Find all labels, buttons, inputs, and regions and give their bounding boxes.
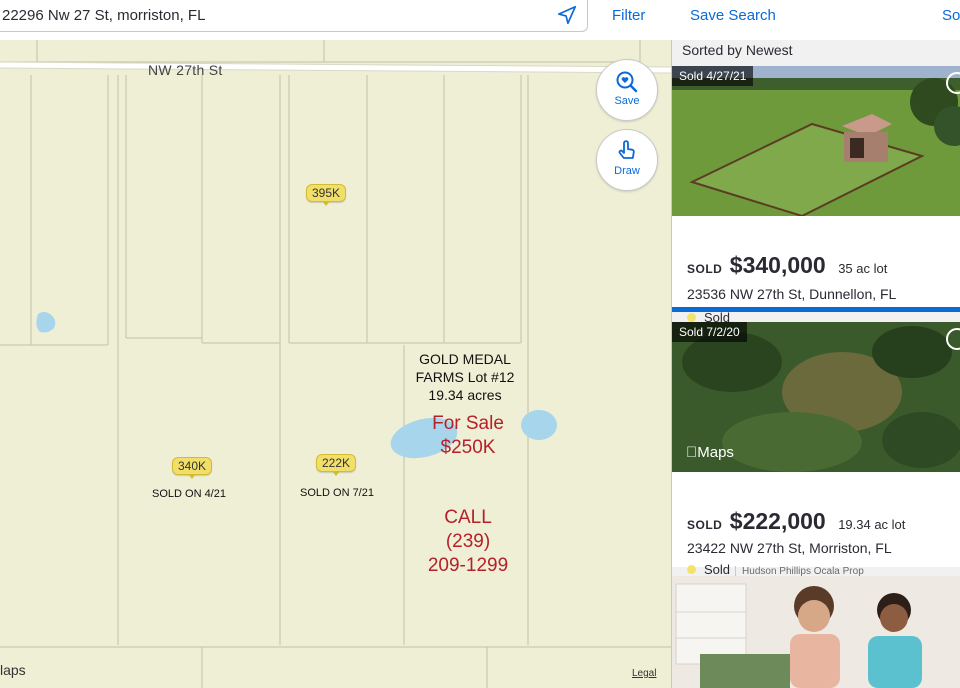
save-map-label: Save bbox=[614, 95, 640, 107]
price-row: SOLD $222,000 19.34 ac lot bbox=[687, 508, 905, 535]
sold-label: SOLD bbox=[687, 262, 723, 276]
advertisement-image[interactable] bbox=[672, 576, 960, 688]
call-annotation: CALL (239) 209-1299 bbox=[406, 506, 530, 578]
price-pin[interactable]: 340K bbox=[172, 457, 213, 479]
maps-logo: laps bbox=[0, 662, 26, 678]
status-text: Sold bbox=[704, 562, 731, 577]
search-input[interactable]: 22296 Nw 27 St, morriston, FL bbox=[0, 0, 588, 32]
legal-link[interactable]: Legal bbox=[632, 668, 656, 679]
for-sale-annotation: For Sale $250K bbox=[418, 412, 518, 460]
for-sale-line: For Sale bbox=[432, 413, 504, 434]
lot-title-annotation: GOLD MEDAL FARMS Lot #12 19.34 acres bbox=[404, 350, 526, 404]
listing-address[interactable]: 23422 NW 27th St, Morriston, FL bbox=[687, 540, 892, 556]
listing-status: Sold Hudson Phillips Ocala Prop bbox=[687, 562, 864, 577]
map-view[interactable]: NW 27th St 395K 340K SOLD ON 4/21 222K S… bbox=[0, 40, 672, 688]
save-map-button[interactable]: Save bbox=[596, 59, 658, 121]
listing-price: $222,000 bbox=[729, 508, 826, 534]
listing-photo[interactable]: Sold 7/2/20 Maps bbox=[672, 322, 960, 472]
status-dot-icon bbox=[687, 313, 696, 322]
location-arrow-icon[interactable] bbox=[556, 4, 578, 26]
heart-search-icon bbox=[616, 71, 638, 93]
pond bbox=[36, 312, 56, 333]
lot-size: 19.34 ac lot bbox=[838, 517, 906, 532]
filter-button[interactable]: Filter bbox=[612, 7, 645, 24]
pond bbox=[521, 410, 557, 440]
sold-label: SOLD bbox=[687, 518, 723, 532]
sold-date-badge: Sold 4/27/21 bbox=[672, 66, 754, 86]
lot-title-line: 19.34 acres bbox=[428, 387, 502, 403]
call-line: 209-1299 bbox=[427, 555, 509, 576]
status-dot-icon bbox=[687, 565, 696, 574]
search-input-value: 22296 Nw 27 St, morriston, FL bbox=[2, 7, 206, 24]
lot-size: 35 ac lot bbox=[838, 261, 888, 276]
draw-label: Draw bbox=[614, 165, 640, 177]
listing-address[interactable]: 23536 NW 27th St, Dunnellon, FL bbox=[687, 286, 896, 302]
listing-photo[interactable]: Sold 4/27/21 bbox=[672, 66, 960, 216]
card-accent-bar bbox=[672, 307, 960, 312]
listing-price: $340,000 bbox=[729, 252, 826, 278]
photo-tag-text: Maps bbox=[686, 444, 734, 461]
hand-pointer-icon bbox=[618, 140, 635, 159]
sold-date-badge: Sold 7/2/20 bbox=[672, 322, 747, 342]
call-line: (239) bbox=[445, 531, 491, 552]
listings-panel[interactable]: Sorted by Newest Sold 4/27/21 SOLD $340,… bbox=[672, 40, 960, 688]
top-bar: 22296 Nw 27 St, morriston, FL Filter Sav… bbox=[0, 0, 960, 40]
save-search-button[interactable]: Save Search bbox=[690, 7, 776, 24]
call-line: CALL bbox=[444, 507, 492, 528]
lot-title-line: GOLD MEDAL bbox=[419, 351, 511, 367]
listing-card[interactable]: Sold 4/27/21 SOLD $340,000 35 ac lot 235… bbox=[672, 66, 960, 325]
sort-button[interactable]: So bbox=[942, 7, 960, 24]
sold-date-label: SOLD ON 7/21 bbox=[300, 487, 374, 499]
farm-photo bbox=[672, 66, 960, 216]
parcel-lines bbox=[0, 40, 671, 688]
price-pin[interactable]: 395K bbox=[306, 184, 347, 206]
listing-card[interactable]: Sold 7/2/20 Maps SOLD $222,000 19.34 ac… bbox=[672, 322, 960, 577]
price-pin[interactable]: 222K bbox=[316, 454, 357, 476]
lot-title-line: FARMS Lot #12 bbox=[415, 369, 515, 385]
apple-maps-logo: Maps bbox=[686, 444, 734, 461]
road-label: NW 27th St bbox=[148, 62, 223, 78]
draw-button[interactable]: Draw bbox=[596, 129, 658, 191]
sort-label: Sorted by Newest bbox=[682, 42, 793, 58]
people-photo bbox=[672, 576, 960, 688]
for-sale-line: $250K bbox=[440, 437, 496, 458]
sold-date-label: SOLD ON 4/21 bbox=[152, 488, 226, 500]
price-row: SOLD $340,000 35 ac lot bbox=[687, 252, 887, 279]
